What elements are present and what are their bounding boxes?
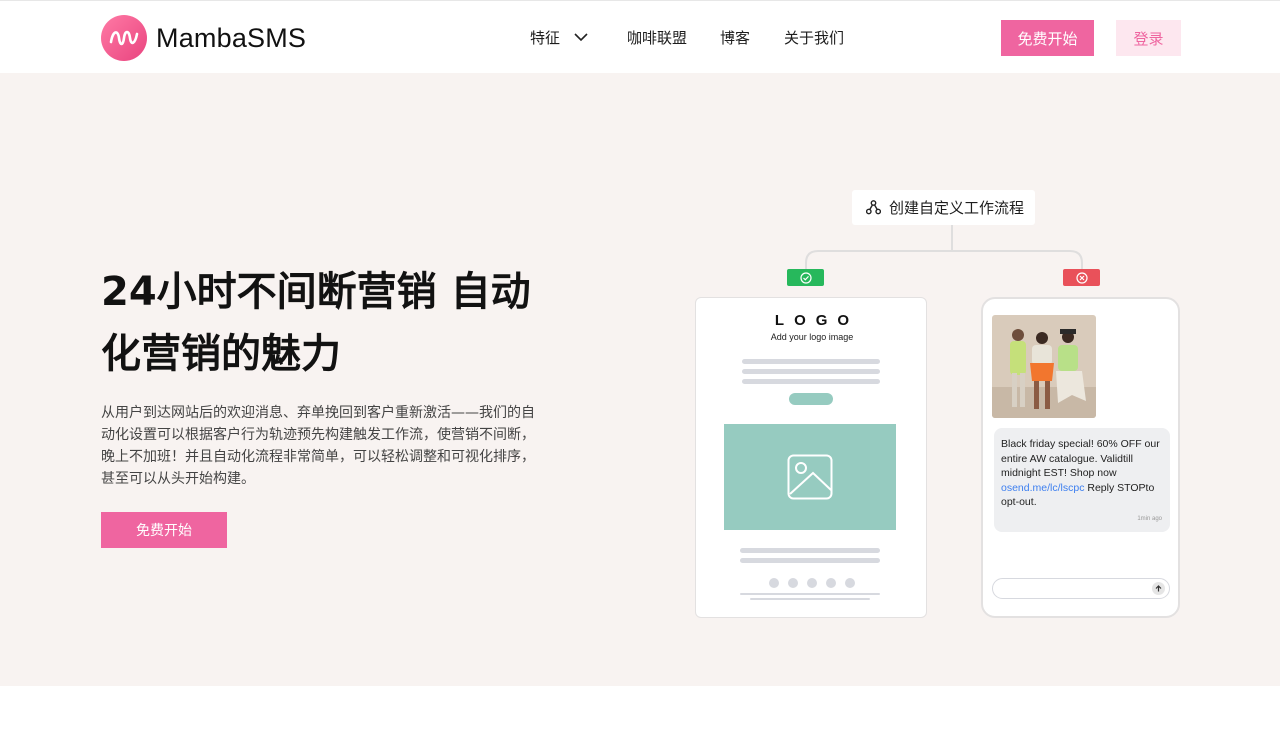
footer-line bbox=[750, 598, 870, 600]
nav-item-features-label: 特征 bbox=[530, 29, 561, 47]
text-line bbox=[742, 359, 880, 364]
sms-link[interactable]: osend.me/lc/lscpc bbox=[1001, 482, 1084, 494]
hero-section: 24小时不间断营销 自动化营销的魅力 从用户到达网站后的欢迎消息、弃单挽回到客户… bbox=[0, 73, 1280, 686]
sms-message-bubble: Black friday special! 60% OFF our entire… bbox=[994, 428, 1170, 532]
brand-logo[interactable]: MambaSMS bbox=[101, 15, 306, 61]
header-start-free-button[interactable]: 免费开始 bbox=[1001, 20, 1094, 56]
workflow-label: 创建自定义工作流程 bbox=[852, 190, 1035, 225]
text-line bbox=[742, 369, 880, 374]
workflow-connector bbox=[805, 225, 1083, 269]
brand-logo-icon bbox=[101, 15, 147, 61]
workflow-label-text: 创建自定义工作流程 bbox=[889, 199, 1025, 217]
social-dot bbox=[826, 578, 836, 588]
footer-line bbox=[740, 593, 880, 595]
nav-item-affiliate[interactable]: 咖啡联盟 bbox=[627, 27, 687, 48]
login-button[interactable]: 登录 bbox=[1116, 20, 1181, 56]
sms-phone-mockup: Black friday special! 60% OFF our entire… bbox=[981, 297, 1180, 618]
nav-item-about[interactable]: 关于我们 bbox=[784, 27, 844, 48]
hero-description: 从用户到达网站后的欢迎消息、弃单挽回到客户重新激活——我们的自动化设置可以根据客… bbox=[101, 405, 535, 487]
branch-success-badge bbox=[787, 269, 824, 286]
text-line bbox=[740, 548, 880, 553]
text-line bbox=[742, 379, 880, 384]
arrow-up-icon bbox=[1155, 585, 1162, 592]
brand-name: MambaSMS bbox=[156, 22, 307, 53]
product-photo bbox=[992, 315, 1096, 418]
image-icon bbox=[787, 454, 833, 500]
send-button[interactable] bbox=[1152, 582, 1165, 595]
workflow-icon bbox=[866, 200, 881, 215]
branch-failure-badge bbox=[1063, 269, 1100, 286]
hero-title: 24小时不间断营销 自动化营销的魅力 bbox=[101, 269, 531, 377]
sms-timestamp: 1min ago bbox=[1137, 515, 1162, 522]
social-dot bbox=[788, 578, 798, 588]
text-line bbox=[740, 558, 880, 563]
email-button-placeholder bbox=[789, 393, 833, 405]
close-circle-icon bbox=[1075, 271, 1088, 284]
social-dot bbox=[769, 578, 779, 588]
email-logo-hint: Add your logo image bbox=[770, 332, 854, 342]
sms-text: Black friday special! 60% OFF our entire… bbox=[1001, 438, 1160, 479]
email-logo-placeholder: LOGO bbox=[774, 312, 860, 329]
site-header: MambaSMS 特征 咖啡联盟 博客 关于我们 免费开始 登录 bbox=[0, 0, 1280, 73]
email-template-mockup: LOGO Add your logo image bbox=[695, 297, 927, 618]
social-dot bbox=[807, 578, 817, 588]
hero-start-free-button[interactable]: 免费开始 bbox=[101, 512, 227, 548]
nav-item-blog[interactable]: 博客 bbox=[720, 27, 750, 48]
chevron-down-icon bbox=[574, 33, 588, 42]
nav-item-features[interactable]: 特征 bbox=[530, 27, 588, 48]
social-dot bbox=[845, 578, 855, 588]
check-circle-icon bbox=[799, 271, 812, 284]
email-image-placeholder bbox=[724, 424, 896, 530]
sms-input-bar[interactable] bbox=[992, 578, 1170, 599]
